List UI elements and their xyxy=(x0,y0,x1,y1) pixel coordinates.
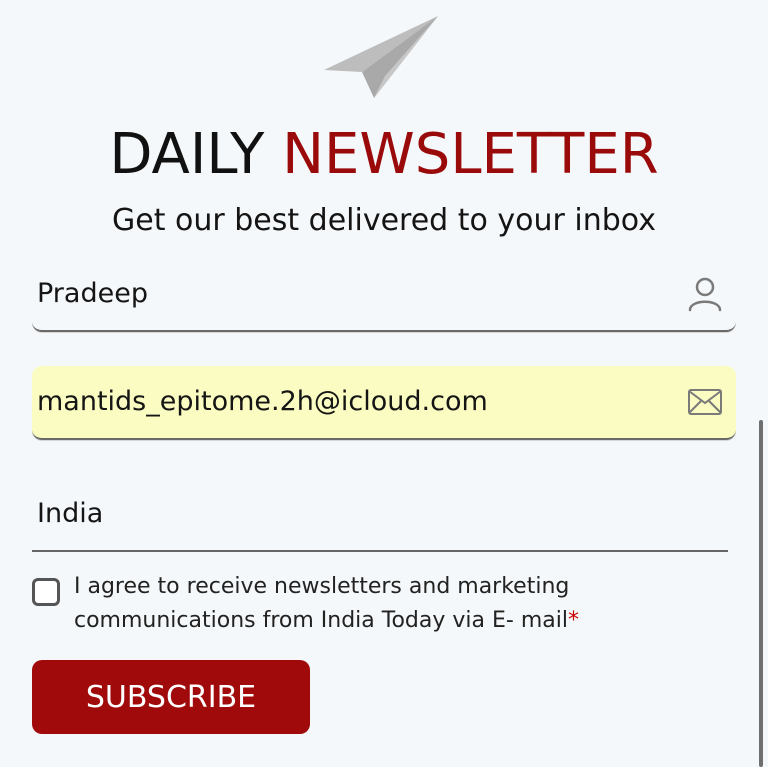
required-mark: * xyxy=(567,608,579,633)
consent-checkbox[interactable] xyxy=(32,578,60,606)
country-field[interactable]: India xyxy=(32,478,728,552)
consent-text: I agree to receive newsletters and marke… xyxy=(74,570,692,638)
title-newsletter: NEWSLETTER xyxy=(282,122,659,187)
consent-label: I agree to receive newsletters and marke… xyxy=(74,574,570,633)
email-field-value: mantids_epitome.2h@icloud.com xyxy=(37,386,488,417)
email-field[interactable]: mantids_epitome.2h@icloud.com xyxy=(32,366,736,440)
user-icon xyxy=(688,277,722,312)
paper-plane-icon xyxy=(324,16,438,98)
consent-row: I agree to receive newsletters and marke… xyxy=(32,570,692,640)
subscribe-button[interactable]: SUBSCRIBE xyxy=(32,660,310,734)
title-daily: DAILY xyxy=(109,122,265,187)
page-subtitle: Get our best delivered to your inbox xyxy=(112,203,656,238)
page-title: DAILY NEWSLETTER xyxy=(0,120,768,190)
country-field-value: India xyxy=(37,498,104,529)
envelope-icon xyxy=(688,389,722,415)
name-field-value: Pradeep xyxy=(37,278,148,309)
scrollbar[interactable] xyxy=(759,420,763,767)
name-field[interactable]: Pradeep xyxy=(32,258,736,332)
